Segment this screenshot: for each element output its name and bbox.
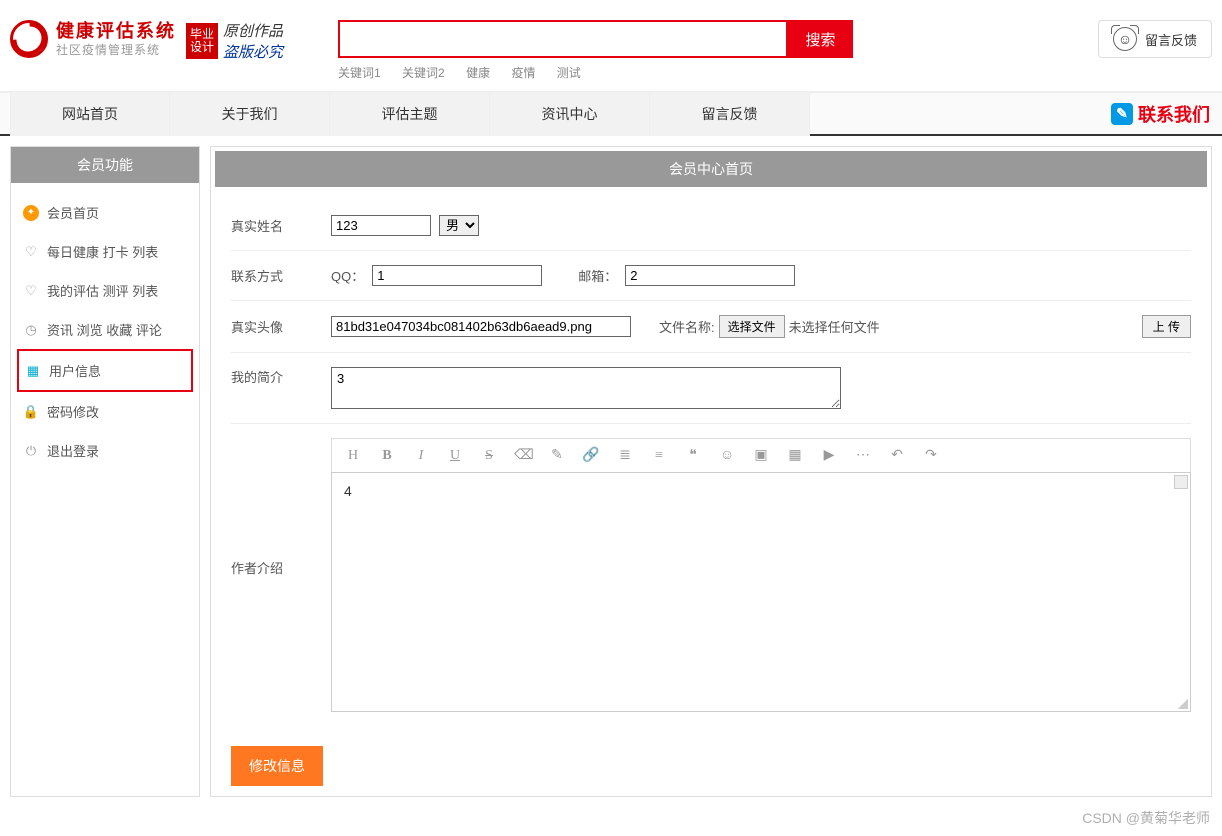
keyword-link[interactable]: 测试 bbox=[557, 66, 581, 80]
sidebar-item-label: 用户信息 bbox=[49, 361, 101, 380]
sidebar-item-label: 资讯 浏览 收藏 评论 bbox=[47, 320, 162, 339]
list-icon[interactable]: ≣ bbox=[616, 447, 634, 464]
watermark: CSDN @黄菊华老师 bbox=[1082, 808, 1210, 828]
nav-contact[interactable]: ✎ 联系我们 bbox=[1111, 101, 1210, 127]
nav-news[interactable]: 资讯中心 bbox=[490, 92, 650, 136]
keyword-link[interactable]: 疫情 bbox=[511, 66, 535, 80]
sidebar-item-label: 退出登录 bbox=[47, 441, 99, 460]
keyword-link[interactable]: 关键词1 bbox=[338, 66, 381, 80]
search-input[interactable] bbox=[338, 20, 788, 58]
badge-line1: 原创作品 bbox=[223, 20, 283, 41]
feedback-button[interactable]: ☺ 留言反馈 bbox=[1098, 20, 1212, 58]
brush-icon[interactable]: ✎ bbox=[548, 447, 566, 464]
file-label: 文件名称: bbox=[659, 317, 715, 336]
document-icon: ▦ bbox=[25, 363, 41, 379]
sidebar-item-label: 密码修改 bbox=[47, 402, 99, 421]
sidebar-item-label: 我的评估 测评 列表 bbox=[47, 281, 158, 300]
intro-textarea[interactable] bbox=[331, 367, 841, 409]
sidebar-item-userinfo[interactable]: ▦ 用户信息 bbox=[17, 349, 193, 392]
editor-toolbar: H B I U S ⌫ ✎ 🔗 ≣ ≡ ❝ ☺ ▣ ▦ ▶ bbox=[331, 438, 1191, 472]
badge-block: 毕业 设计 原创作品 盗版必究 bbox=[186, 20, 283, 62]
home-icon: ✦ bbox=[23, 205, 39, 221]
link-icon[interactable]: 🔗 bbox=[582, 447, 600, 464]
intro-label: 我的简介 bbox=[231, 367, 331, 386]
power-icon: ⏻ bbox=[23, 443, 39, 459]
undo-icon[interactable]: ↶ bbox=[888, 447, 906, 464]
logo-area: 健康评估系统 社区疫情管理系统 bbox=[10, 20, 176, 58]
editor-content: 4 bbox=[344, 483, 352, 499]
underline-icon[interactable]: U bbox=[446, 448, 464, 464]
heading-icon[interactable]: H bbox=[344, 448, 362, 464]
badge-line2: 盗版必究 bbox=[223, 41, 283, 62]
nav-topics[interactable]: 评估主题 bbox=[330, 92, 490, 136]
sidebar-item-news[interactable]: ◷ 资讯 浏览 收藏 评论 bbox=[17, 310, 193, 349]
logo-subtitle: 社区疫情管理系统 bbox=[56, 43, 176, 57]
avatar-input[interactable] bbox=[331, 316, 631, 337]
keyword-link[interactable]: 健康 bbox=[466, 66, 490, 80]
emoji-icon[interactable]: ☺ bbox=[718, 448, 736, 464]
sidebar-item-password[interactable]: 🔒 密码修改 bbox=[17, 392, 193, 431]
name-input[interactable] bbox=[331, 215, 431, 236]
feedback-label: 留言反馈 bbox=[1145, 30, 1197, 49]
align-icon[interactable]: ≡ bbox=[650, 448, 668, 464]
lock-icon: 🔒 bbox=[23, 404, 39, 420]
gender-select[interactable]: 男 bbox=[439, 215, 479, 236]
quote-icon[interactable]: ❝ bbox=[684, 447, 702, 464]
sidebar-item-label: 每日健康 打卡 列表 bbox=[47, 242, 158, 261]
badge-red: 毕业 设计 bbox=[186, 23, 218, 59]
logo-icon bbox=[10, 20, 48, 58]
contact-icon: ✎ bbox=[1111, 103, 1133, 125]
upload-button[interactable]: 上 传 bbox=[1142, 315, 1191, 338]
sidebar-title: 会员功能 bbox=[11, 147, 199, 183]
shield-icon: ♡ bbox=[23, 283, 39, 299]
submit-button[interactable]: 修改信息 bbox=[231, 746, 323, 786]
table-icon[interactable]: ▦ bbox=[786, 447, 804, 464]
nav-about[interactable]: 关于我们 bbox=[170, 92, 330, 136]
more-icon[interactable]: ⋯ bbox=[854, 447, 872, 464]
nav-home[interactable]: 网站首页 bbox=[10, 92, 170, 136]
avatar-label: 真实头像 bbox=[231, 317, 331, 336]
nav-contact-label: 联系我们 bbox=[1138, 101, 1210, 127]
video-icon[interactable]: ▶ bbox=[820, 447, 838, 464]
clock-icon: ◷ bbox=[23, 322, 39, 338]
search-button[interactable]: 搜索 bbox=[788, 20, 853, 58]
sidebar-item-assess[interactable]: ♡ 我的评估 测评 列表 bbox=[17, 271, 193, 310]
scroll-up-icon[interactable] bbox=[1174, 475, 1188, 489]
sidebar-item-label: 会员首页 bbox=[47, 203, 99, 222]
qq-label: QQ： bbox=[331, 266, 364, 285]
contact-label: 联系方式 bbox=[231, 266, 331, 285]
headset-icon: ☺ bbox=[1113, 27, 1137, 51]
editor-body[interactable]: 4 bbox=[331, 472, 1191, 712]
image-icon[interactable]: ▣ bbox=[752, 447, 770, 464]
email-input[interactable] bbox=[625, 265, 795, 286]
name-label: 真实姓名 bbox=[231, 216, 331, 235]
sidebar-item-home[interactable]: ✦ 会员首页 bbox=[17, 193, 193, 232]
choose-file-button[interactable]: 选择文件 bbox=[719, 315, 785, 338]
shield-icon: ♡ bbox=[23, 244, 39, 260]
content-title: 会员中心首页 bbox=[215, 151, 1207, 187]
qq-input[interactable] bbox=[372, 265, 542, 286]
nav-feedback[interactable]: 留言反馈 bbox=[650, 92, 810, 136]
eraser-icon[interactable]: ⌫ bbox=[514, 447, 532, 464]
file-none-text: 未选择任何文件 bbox=[789, 317, 880, 336]
italic-icon[interactable]: I bbox=[412, 448, 430, 464]
logo-title: 健康评估系统 bbox=[56, 21, 176, 43]
keyword-link[interactable]: 关键词2 bbox=[402, 66, 445, 80]
bold-icon[interactable]: B bbox=[378, 448, 396, 464]
strike-icon[interactable]: S bbox=[480, 448, 498, 464]
redo-icon[interactable]: ↷ bbox=[922, 447, 940, 464]
sidebar-item-logout[interactable]: ⏻ 退出登录 bbox=[17, 431, 193, 470]
sidebar-item-health[interactable]: ♡ 每日健康 打卡 列表 bbox=[17, 232, 193, 271]
email-label: 邮箱： bbox=[578, 266, 617, 285]
search-keywords: 关键词1 关键词2 健康 疫情 测试 bbox=[338, 64, 853, 81]
author-label: 作者介绍 bbox=[231, 438, 331, 577]
